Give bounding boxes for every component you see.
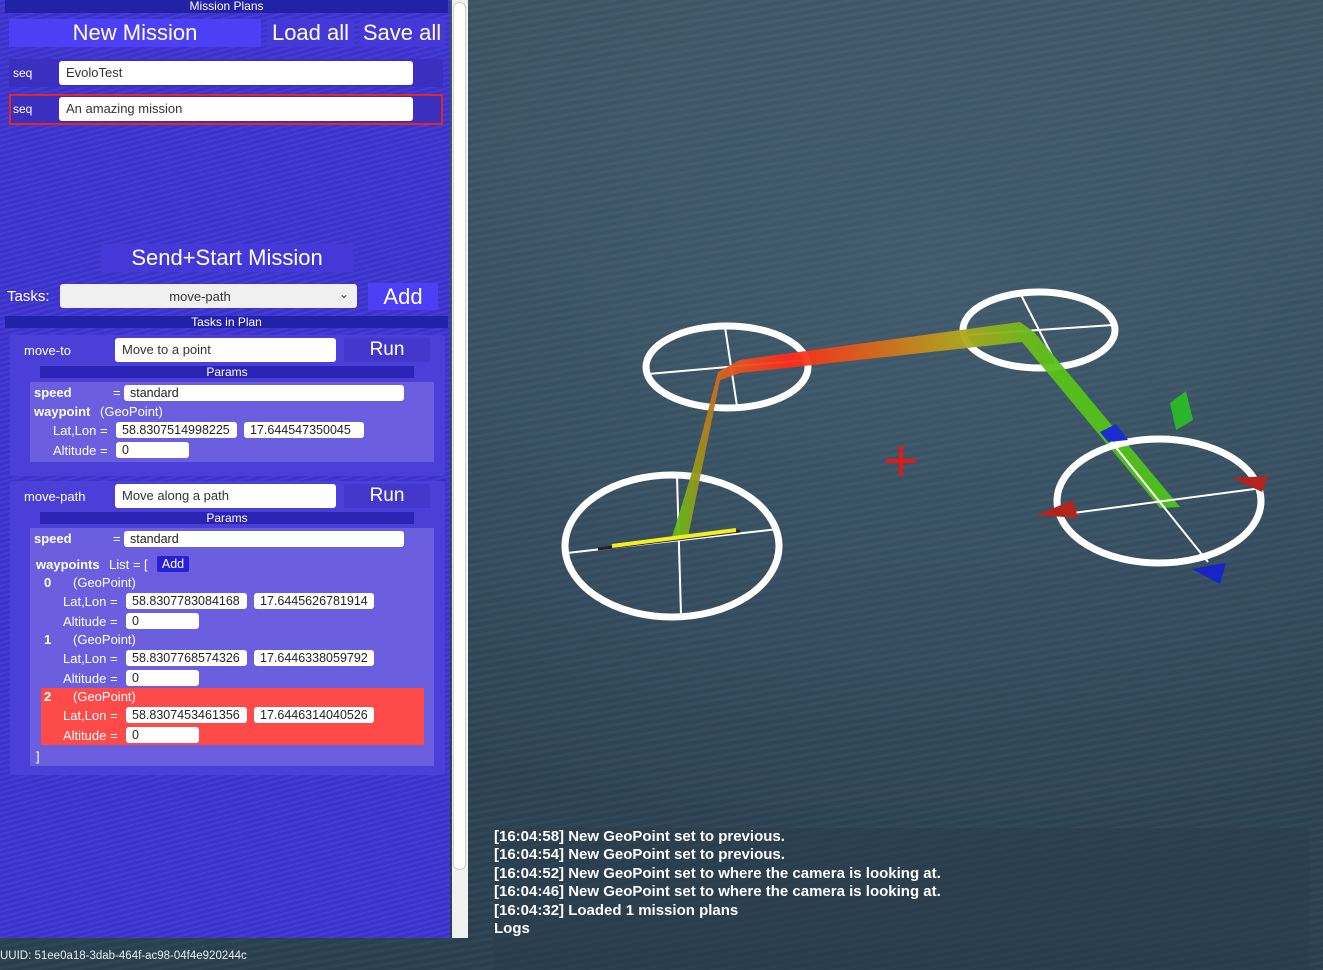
uuid-label: UUID: 51ee0a18-3dab-464f-ac98-04f4e92024… (0, 950, 247, 962)
longitude-input[interactable]: 17.6445626781914 (254, 593, 374, 609)
altitude-label: Altitude = (63, 614, 118, 629)
altitude-input[interactable]: 0 (126, 670, 199, 686)
altitude-input[interactable]: 0 (126, 727, 199, 743)
chevron-down-icon: ⌄ (338, 287, 349, 301)
params-box: speed = standard waypoint (GeoPoint) Lat… (30, 382, 434, 462)
params-box: speed = standard waypoints List = [ Add … (30, 528, 434, 766)
waypoint-type-label: (GeoPoint) (73, 689, 136, 704)
latlon-label: Lat,Lon = (63, 708, 118, 723)
task-type-label: move-to (24, 343, 71, 358)
send-start-mission-button[interactable]: Send+Start Mission (101, 244, 353, 272)
panel-scrollbar[interactable] (452, 0, 468, 938)
params-header: Params (40, 366, 414, 379)
task-select-value: move-path (169, 289, 231, 304)
params-header: Params (40, 512, 414, 525)
task-description-input[interactable]: Move along a path (115, 484, 336, 508)
task-description-input[interactable]: Move to a point (115, 338, 336, 362)
panel-header: Mission Plans (5, 0, 448, 13)
log-line: [16:04:46] New GeoPoint set to where the… (494, 883, 941, 901)
log-line: [16:04:32] Loaded 1 mission plans (494, 901, 739, 919)
mission-plans-panel: Mission Plans New Mission Load all Save … (0, 0, 450, 938)
latitude-input[interactable]: 58.8307768574326 (126, 650, 247, 666)
latitude-input[interactable]: 58.8307453461356 (126, 707, 247, 723)
altitude-label: Altitude = (53, 443, 108, 458)
waypoint-type-label: (GeoPoint) (100, 404, 163, 419)
plan-name-input[interactable]: An amazing mission (59, 97, 413, 121)
add-task-button[interactable]: Add (368, 283, 438, 310)
latlon-label: Lat,Lon = (53, 423, 108, 438)
waypoint-param-label: waypoint (34, 404, 91, 419)
latlon-label: Lat,Lon = (63, 594, 118, 609)
waypoint-item[interactable]: 1 (GeoPoint) Lat,Lon = 58.8307768574326 … (30, 632, 434, 688)
plan-row-selected[interactable]: seq An amazing mission (9, 94, 443, 125)
altitude-input[interactable]: 0 (126, 613, 199, 629)
load-all-button[interactable]: Load all (267, 19, 354, 47)
longitude-input[interactable]: 17.6446338059792 (254, 650, 374, 666)
crosshair-icon (886, 446, 916, 476)
task-card-move-path: move-path Move along a path Run Params s… (10, 481, 445, 775)
add-waypoint-button[interactable]: Add (157, 556, 189, 572)
run-task-button[interactable]: Run (344, 338, 430, 362)
latitude-input[interactable]: 58.8307783084168 (126, 593, 247, 609)
waypoint-type-label: (GeoPoint) (73, 575, 136, 590)
waypoint-ring-selected[interactable] (1053, 435, 1265, 567)
scrollbar-thumb[interactable] (453, 2, 466, 870)
vehicle-marker (597, 528, 741, 551)
waypoint-type-label: (GeoPoint) (73, 632, 136, 647)
plan-name-input[interactable]: EvoloTest (59, 61, 413, 85)
plan-seq-label: seq (13, 102, 33, 116)
list-close-bracket: ] (36, 749, 40, 764)
log-line: [16:04:58] New GeoPoint set to previous. (494, 828, 785, 845)
tasks-label: Tasks: (7, 288, 50, 305)
equals-sign: = (113, 385, 121, 400)
logs-title[interactable]: Logs (493, 920, 1310, 938)
waypoint-item-selected[interactable]: 2 (GeoPoint) Lat,Lon = 58.8307453461356 … (41, 688, 424, 745)
list-open-label: List = [ (109, 557, 148, 572)
waypoint-item[interactable]: 0 (GeoPoint) Lat,Lon = 58.8307783084168 … (30, 575, 434, 631)
equals-sign: = (113, 531, 121, 546)
altitude-label: Altitude = (63, 671, 118, 686)
log-line: [16:04:52] New GeoPoint set to where the… (494, 864, 941, 882)
task-type-select[interactable]: move-path ⌄ (60, 284, 357, 308)
altitude-label: Altitude = (63, 728, 118, 743)
plan-row[interactable]: seq EvoloTest (9, 59, 443, 87)
task-card-move-to: move-to Move to a point Run Params speed… (10, 335, 445, 476)
speed-param-label: speed (34, 385, 72, 400)
tasks-in-plan-header: Tasks in Plan (5, 316, 448, 328)
plan-seq-label: seq (13, 66, 33, 80)
waypoint-index: 2 (44, 689, 52, 704)
longitude-input[interactable]: 17.6446314040526 (254, 707, 374, 723)
speed-input[interactable]: standard (124, 385, 404, 401)
log-panel: [16:04:58] New GeoPoint set to previous.… (493, 828, 1310, 970)
longitude-input[interactable]: 17.644547350045 (244, 422, 364, 438)
new-mission-button[interactable]: New Mission (9, 19, 261, 47)
run-task-button[interactable]: Run (344, 484, 430, 508)
waypoint-index: 0 (44, 575, 52, 590)
speed-input[interactable]: standard (124, 531, 404, 547)
waypoint-index: 1 (44, 632, 52, 647)
latlon-label: Lat,Lon = (63, 651, 118, 666)
altitude-input[interactable]: 0 (116, 442, 189, 458)
log-line: [16:04:54] New GeoPoint set to previous. (494, 846, 785, 864)
waypoint-ring-front-left[interactable] (561, 471, 783, 621)
save-all-button[interactable]: Save all (359, 19, 445, 47)
latitude-input[interactable]: 58.8307514998225 (116, 422, 237, 438)
speed-param-label: speed (34, 531, 72, 546)
task-type-label: move-path (24, 489, 86, 504)
waypoints-param-label: waypoints (36, 557, 100, 572)
